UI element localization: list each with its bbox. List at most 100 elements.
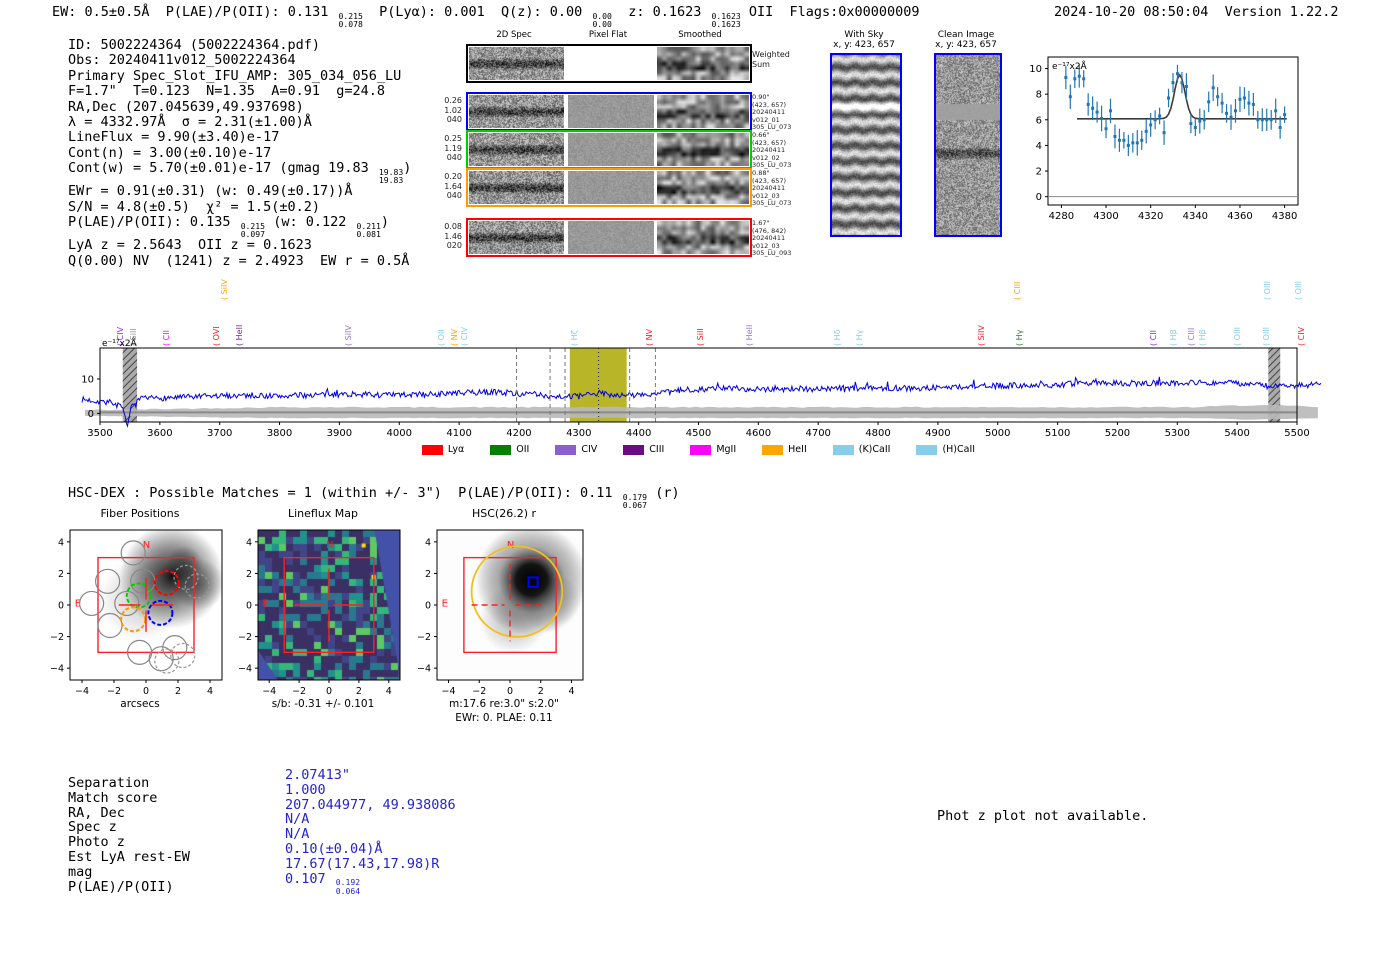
spectrum-legend: Lyα OII CIV CIII MgII HeII (K)CaII (H)CaII <box>100 444 1297 455</box>
svg-text:2: 2 <box>58 569 64 580</box>
info-line: Cont(w) = 5.70(±0.01)e-17 (gmag 19.83 19… <box>68 160 412 186</box>
info-line: Q(0.00) NV (1241) z = 2.4923 EW r = 0.5Å <box>68 252 410 269</box>
svg-text:4800: 4800 <box>865 428 890 439</box>
match-row-label: RA, Dec <box>68 804 125 821</box>
svg-text:4280: 4280 <box>1049 211 1074 222</box>
cutout-title: With Sky <box>844 30 884 40</box>
spec2d-left-labels: 0.26 1.02 040 <box>444 96 462 124</box>
svg-text:−4: −4 <box>417 664 431 675</box>
svg-text:2: 2 <box>425 569 431 580</box>
catalog-match-table: Separation Match score RA, Dec Spec z Photo … <box>68 768 588 908</box>
svg-text:4320: 4320 <box>1138 211 1163 222</box>
cutout-caption: m:17.6 re:3.0" s:2.0" <box>449 698 559 710</box>
svg-text:10: 10 <box>1030 64 1042 75</box>
svg-text:8: 8 <box>1036 90 1042 101</box>
svg-text:3500: 3500 <box>87 428 112 439</box>
svg-text:4: 4 <box>246 537 252 548</box>
east-label: E <box>442 599 448 610</box>
svg-text:2: 2 <box>356 686 362 697</box>
svg-text:0: 0 <box>88 409 94 420</box>
spec2d-image <box>657 133 749 166</box>
svg-text:5000: 5000 <box>985 428 1010 439</box>
info-line: RA,Dec (207.045639,49.937698) <box>68 98 304 115</box>
zoom-spectrum-plot: 0 2 4 6 8 10 4280 4300 4320 4340 4360 4380 e⁻¹⁷x2Å <box>1030 56 1299 222</box>
svg-text:3800: 3800 <box>267 428 292 439</box>
info-line: S/N = 4.8(±0.5) χ² = 1.5(±0.2) <box>68 198 320 215</box>
cutout-coords: x, y: 423, 657 <box>935 40 997 50</box>
spec2d-right-labels: 0.66" (423, 657) 20240411 v012_02 305_LU_073 <box>752 131 792 170</box>
svg-text:2: 2 <box>246 569 252 580</box>
legend-item: CIII <box>623 444 664 455</box>
svg-text:4300: 4300 <box>566 428 591 439</box>
cutout-box <box>934 53 1002 237</box>
legend-item: HeII <box>762 444 807 455</box>
svg-text:0: 0 <box>425 601 431 612</box>
header-datetime-version: 2024-10-20 08:50:04 Version 1.22.2 <box>1054 4 1339 20</box>
match-row-value: 2.07413" <box>285 767 351 783</box>
legend-item: (H)CaII <box>916 444 975 455</box>
legend-item: (K)CaII <box>832 444 890 455</box>
spec2d-right-labels: 0.90" (423, 657) 20240411 v012_01 305_LU_073 <box>752 93 792 132</box>
svg-text:2: 2 <box>538 686 544 697</box>
svg-text:4000: 4000 <box>387 428 412 439</box>
match-row-label: Match score <box>68 789 158 806</box>
legend-swatch <box>490 444 512 455</box>
spec2d-row <box>466 218 752 257</box>
photz-note: Phot z plot not available. <box>937 808 1149 824</box>
svg-text:5500: 5500 <box>1284 428 1309 439</box>
spec2d-col-title: Smoothed <box>678 30 722 40</box>
legend-swatch <box>690 444 712 455</box>
spec2d-image <box>469 133 564 166</box>
emission-line-label: ( SiIV <box>220 279 230 300</box>
svg-text:6: 6 <box>1036 115 1042 126</box>
legend-item: OII <box>490 444 529 455</box>
spec2d-right-labels: Weighted Sum <box>752 50 790 69</box>
svg-text:4: 4 <box>425 537 431 548</box>
elixer-report-page: EW: 0.5±0.5Å P(LAE)/P(OII): 0.131 0.215 0… <box>0 0 1400 953</box>
with-sky-panel: With Sky x, y: 423, 657 <box>830 30 918 237</box>
svg-text:−4: −4 <box>442 686 456 697</box>
svg-text:2: 2 <box>1036 167 1042 178</box>
match-row-value: 1.000 <box>285 781 326 798</box>
spec2d-image <box>568 133 654 166</box>
match-row-value: 17.67(17.43,17.98)R <box>285 855 440 872</box>
svg-text:−2: −2 <box>50 632 64 643</box>
svg-text:−2: −2 <box>417 632 431 643</box>
match-table-values: 2.07413" 1.000 207.044977, 49.938086 N/A N/A… <box>285 768 456 895</box>
svg-text:4: 4 <box>568 686 574 697</box>
legend-swatch <box>916 444 938 455</box>
full-spectrum-plot: 3500 3600 3700 3800 3900 4000 4100 4200 4300 4400… <box>81 337 1322 439</box>
legend-swatch <box>832 444 854 455</box>
info-line: Cont(n) = 3.00(±0.10)e-17 <box>68 144 272 161</box>
svg-text:4600: 4600 <box>746 428 771 439</box>
spec2d-image <box>657 47 749 80</box>
north-label: N <box>326 540 333 551</box>
svg-text:5100: 5100 <box>1045 428 1070 439</box>
match-row-value: N/A <box>285 811 310 828</box>
spec2d-col-title: 2D Spec <box>496 30 532 40</box>
match-row-label: Photo z <box>68 834 125 851</box>
svg-text:5400: 5400 <box>1224 428 1249 439</box>
svg-text:−4: −4 <box>75 686 89 697</box>
legend-swatch <box>421 444 443 455</box>
spec2d-image <box>657 221 749 254</box>
fiber-panel-axes: −4−4−2−2002244 NE <box>50 529 223 697</box>
svg-text:0: 0 <box>326 686 332 697</box>
spec2d-image <box>469 221 564 254</box>
spec2d-image <box>469 171 564 204</box>
emission-line-label: ( CIII <box>1012 281 1022 300</box>
lineflux-map-panel: Lineflux Map −4 −4 −2 −2 0 0 2 2 4 4 N Es/b: -0.31 +… <box>222 505 424 730</box>
match-row-value: 0.10(±0.04)Å <box>285 840 383 857</box>
fiber-positions-panel: Fiber Positions −4 −4 −2 −2 0 0 2 2 4 4 N Earcsecs <box>34 505 246 730</box>
zoom-plot-units-annotation: e⁻¹⁷x2Å <box>1052 60 1088 72</box>
svg-text:0: 0 <box>58 601 64 612</box>
svg-text:5300: 5300 <box>1165 428 1190 439</box>
spec2d-row <box>466 92 752 131</box>
info-line: LyA z = 2.5643 OII z = 0.1623 <box>68 237 312 254</box>
svg-text:4360: 4360 <box>1227 211 1252 222</box>
svg-text:4900: 4900 <box>925 428 950 439</box>
spec2d-row <box>466 168 752 207</box>
match-row-label: Separation <box>68 775 150 791</box>
svg-text:10: 10 <box>81 374 94 385</box>
north-label: N <box>143 540 150 551</box>
